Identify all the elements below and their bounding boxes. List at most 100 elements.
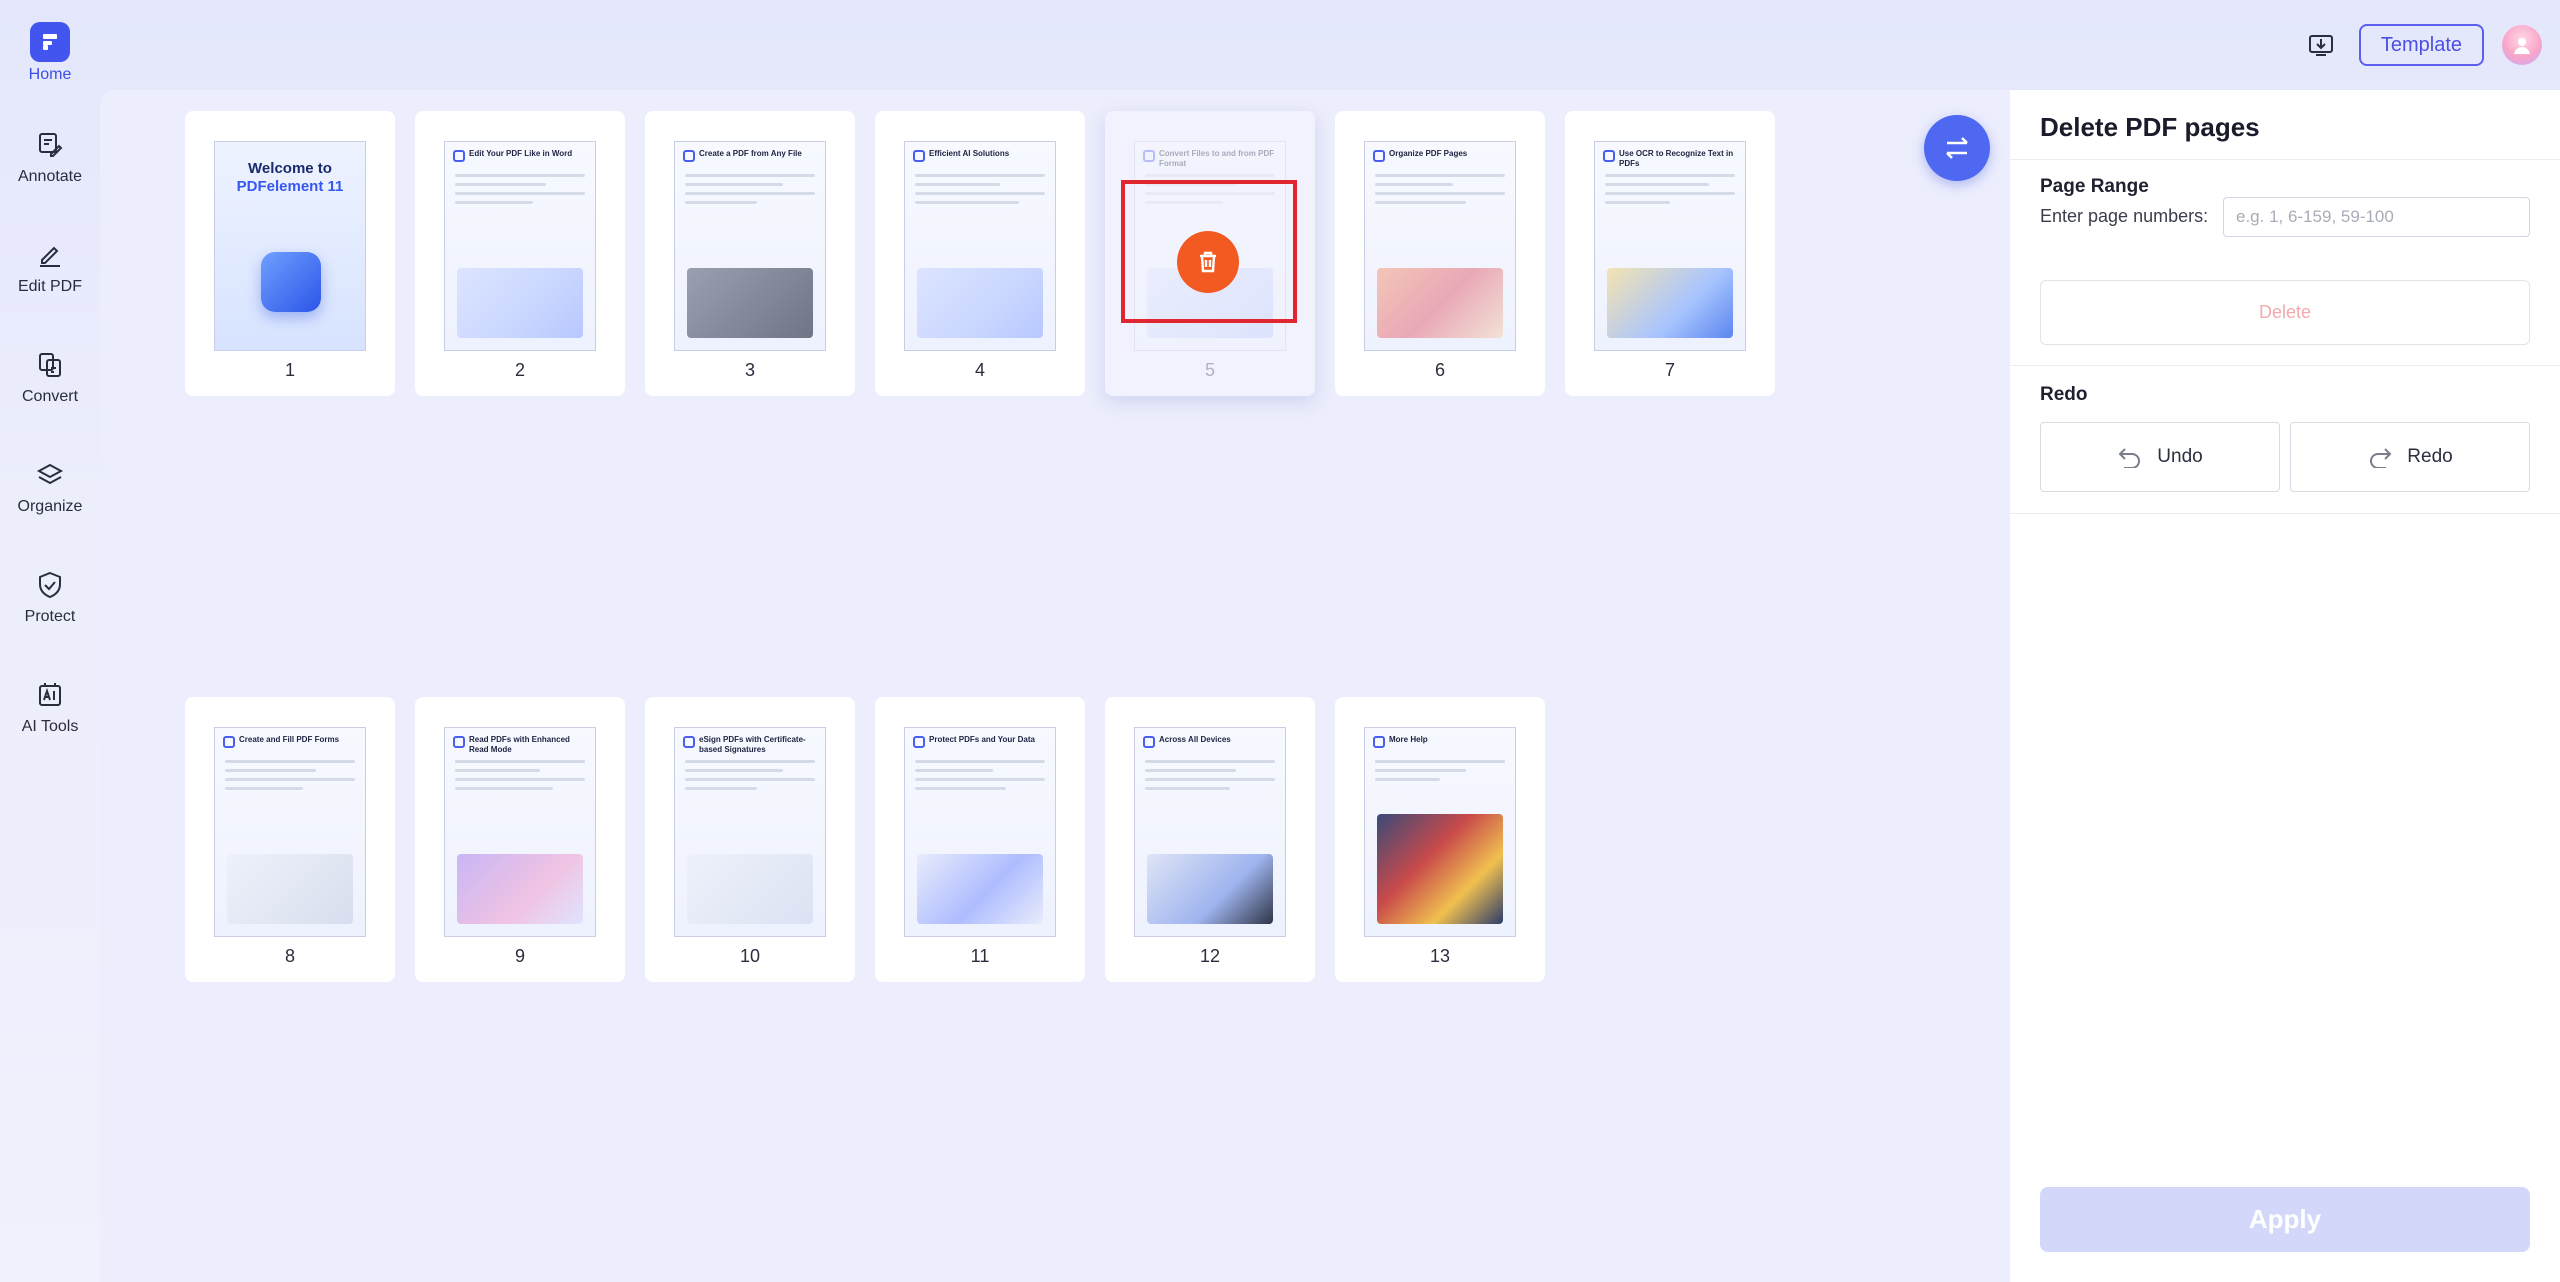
nav-annotate-label: Annotate xyxy=(17,168,83,185)
page-number: 4 xyxy=(974,360,985,380)
undo-icon xyxy=(2118,448,2141,468)
page-thumbnail: Welcome to PDFelement 11 xyxy=(214,141,366,351)
nav-annotate[interactable]: Annotate xyxy=(0,130,100,186)
top-bar: Template xyxy=(0,0,2560,90)
page-card-4[interactable]: Efficient AI Solutions 4 xyxy=(875,111,1085,396)
undo-button[interactable]: Undo xyxy=(2040,422,2280,492)
page-card-2[interactable]: Edit Your PDF Like in Word 2 xyxy=(415,111,625,396)
nav-ai-tools-label: AI Tools xyxy=(21,718,79,735)
page-number: 2 xyxy=(514,360,525,380)
page-card-12[interactable]: Across All Devices 12 xyxy=(1105,697,1315,982)
apply-button[interactable]: Apply xyxy=(2040,1187,2530,1252)
page-thumbnail: Create and Fill PDF Forms xyxy=(214,727,366,937)
nav-organize-label: Organize xyxy=(17,498,83,515)
page-number: 10 xyxy=(739,946,761,966)
page-thumbnail: eSign PDFs with Certificate-based Signat… xyxy=(674,727,826,937)
page-thumbnail-title: Read PDFs with Enhanced Read Mode xyxy=(469,735,570,754)
page-card-3[interactable]: Create a PDF from Any File 3 xyxy=(645,111,855,396)
page-number: 5 xyxy=(1204,360,1215,380)
page-thumbnail-title: Protect PDFs and Your Data xyxy=(929,735,1035,744)
protect-icon xyxy=(39,571,61,599)
page-card-11[interactable]: Protect PDFs and Your Data 11 xyxy=(875,697,1085,982)
nav-home[interactable]: Home xyxy=(0,66,100,84)
template-button[interactable]: Template xyxy=(2358,24,2484,66)
check-icon xyxy=(683,150,695,162)
page-number: 12 xyxy=(1199,946,1221,966)
redo-button[interactable]: Redo xyxy=(2290,422,2530,492)
annotate-icon xyxy=(39,133,63,157)
page-card-13[interactable]: More Help 13 xyxy=(1335,697,1545,982)
nav-protect-label: Protect xyxy=(24,608,76,625)
nav-convert[interactable]: Convert xyxy=(0,350,100,406)
page-thumbnail-title: eSign PDFs with Certificate-based Signat… xyxy=(699,735,806,754)
check-icon xyxy=(1373,736,1385,748)
page-thumbnail-title: Organize PDF Pages xyxy=(1389,149,1468,158)
check-icon xyxy=(223,736,235,748)
trash-icon xyxy=(1200,251,1216,273)
page-thumbnail-title: Use OCR to Recognize Text in PDFs xyxy=(1619,149,1734,168)
page-number: 6 xyxy=(1434,360,1445,380)
page-thumbnail: Edit Your PDF Like in Word xyxy=(444,141,596,351)
nav-edit-pdf-label: Edit PDF xyxy=(17,278,82,295)
check-icon xyxy=(913,150,925,162)
page-number: 7 xyxy=(1664,360,1675,380)
check-icon xyxy=(1373,150,1385,162)
page-thumbnail-title: Create and Fill PDF Forms xyxy=(239,735,340,744)
page-number: 13 xyxy=(1429,946,1451,966)
page-grid: Welcome to PDFelement 11 1 Edit Your PDF … xyxy=(100,90,2010,1282)
page-card-1[interactable]: Welcome to PDFelement 11 1 xyxy=(185,111,395,396)
page-number: 3 xyxy=(744,360,755,380)
page-card-6[interactable]: Organize PDF Pages 6 xyxy=(1335,111,1545,396)
page-range-label: Page Range xyxy=(2040,176,2149,197)
page-number: 8 xyxy=(284,946,295,966)
divider xyxy=(2010,513,2560,514)
page-thumbnail: Read PDFs with Enhanced Read Mode xyxy=(444,727,596,937)
delete-pages-panel: Delete PDF pages Page Range Enter page n… xyxy=(2010,90,2560,1282)
page-card-9[interactable]: Read PDFs with Enhanced Read Mode 9 xyxy=(415,697,625,982)
page-thumbnail: Protect PDFs and Your Data xyxy=(904,727,1056,937)
page-card-5[interactable]: Convert Files to and from PDF Format 5 xyxy=(1105,111,1315,396)
page-thumbnail: Efficient AI Solutions xyxy=(904,141,1056,351)
nav-organize[interactable]: Organize xyxy=(0,460,100,516)
page-thumbnail: Use OCR to Recognize Text in PDFs xyxy=(1594,141,1746,351)
page-thumbnail: Organize PDF Pages xyxy=(1364,141,1516,351)
page-range-input[interactable] xyxy=(2223,197,2530,237)
check-icon xyxy=(1143,736,1155,748)
divider xyxy=(2010,159,2560,160)
check-icon xyxy=(913,736,925,748)
check-icon xyxy=(1143,150,1155,162)
page-card-8[interactable]: Create and Fill PDF Forms 8 xyxy=(185,697,395,982)
ai-tools-icon xyxy=(39,683,61,706)
page-number: 1 xyxy=(284,360,295,380)
nav-convert-label: Convert xyxy=(21,388,79,405)
page-thumbnail-title: Convert Files to and from PDF Format xyxy=(1159,149,1275,168)
divider xyxy=(2010,365,2560,366)
page-thumbnail: Across All Devices xyxy=(1134,727,1286,937)
edit-pdf-icon xyxy=(40,246,60,267)
page-thumbnail-title: Efficient AI Solutions xyxy=(929,149,1010,158)
download-icon[interactable] xyxy=(2301,25,2341,65)
check-icon xyxy=(453,736,465,748)
page-card-10[interactable]: eSign PDFs with Certificate-based Signat… xyxy=(645,697,855,982)
nav-protect[interactable]: Protect xyxy=(0,570,100,626)
panel-title: Delete PDF pages xyxy=(2040,112,2260,142)
user-avatar[interactable] xyxy=(2502,25,2542,65)
swap-view-button[interactable] xyxy=(1924,115,1990,181)
undo-label: Undo xyxy=(2157,446,2203,467)
page-thumbnail-title: Create a PDF from Any File xyxy=(699,149,802,158)
page-thumbnail-title: More Help xyxy=(1389,735,1428,744)
page-thumbnail: Create a PDF from Any File xyxy=(674,141,826,351)
welcome-title: Welcome to PDFelement 11 xyxy=(236,160,344,195)
delete-button[interactable]: Delete xyxy=(2040,280,2530,345)
nav-edit-pdf[interactable]: Edit PDF xyxy=(0,240,100,296)
page-card-7[interactable]: Use OCR to Recognize Text in PDFs 7 xyxy=(1565,111,1775,396)
top-actions: Template xyxy=(2301,24,2542,66)
nav-ai-tools[interactable]: AI Tools xyxy=(0,680,100,736)
swap-arrows-icon xyxy=(1946,137,1968,159)
page-number: 11 xyxy=(970,946,990,966)
check-icon xyxy=(1603,150,1615,162)
organize-icon xyxy=(36,463,64,485)
app-logo-icon[interactable] xyxy=(30,22,70,62)
enter-page-numbers-label: Enter page numbers: xyxy=(2040,206,2209,226)
delete-page-button[interactable] xyxy=(1177,231,1239,293)
